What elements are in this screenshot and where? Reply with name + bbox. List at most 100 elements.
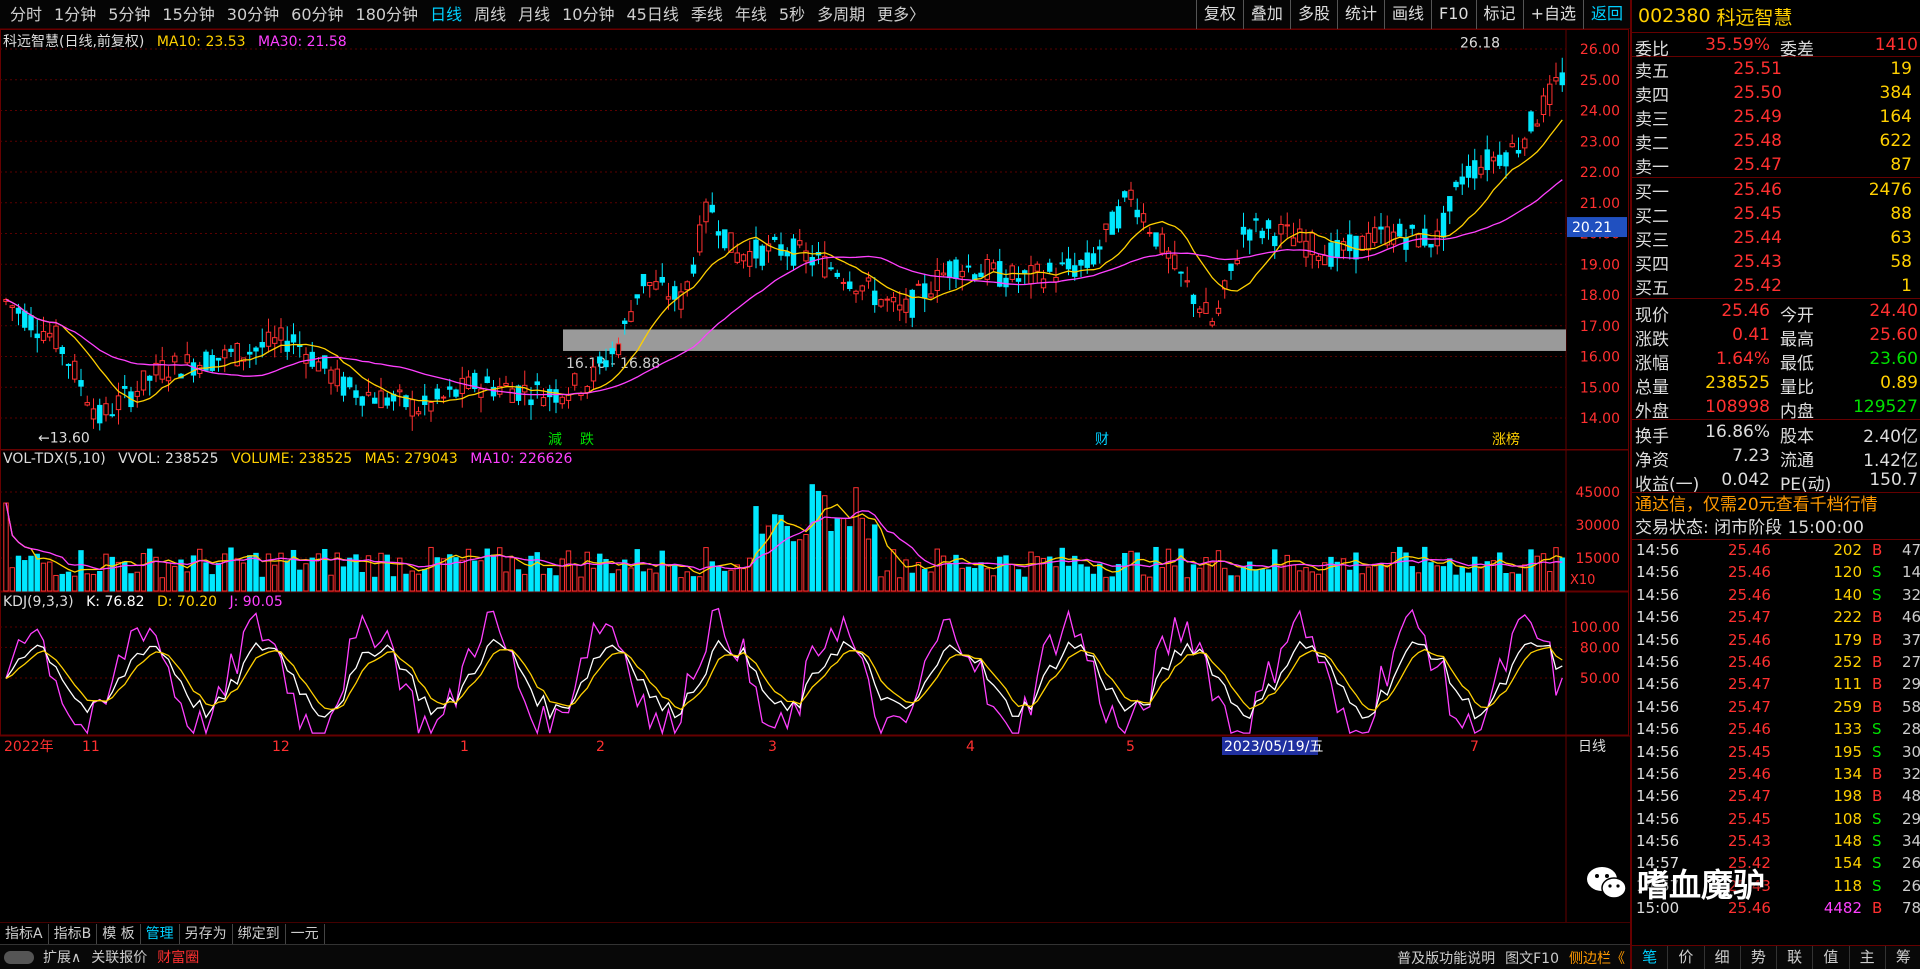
- candle-body: [828, 267, 834, 270]
- asks-row-0[interactable]: 卖五 25.51 19: [1632, 57, 1920, 82]
- period-tab-16[interactable]: 更多〉: [871, 0, 931, 29]
- period-tab-9[interactable]: 月线: [512, 0, 556, 29]
- period-tab-0[interactable]: 分时: [4, 0, 48, 29]
- sidebar-tab-5[interactable]: 值: [1813, 946, 1850, 969]
- stock-chart-area[interactable]: 26.0025.0024.0023.0022.0021.0020.0019.00…: [0, 29, 1630, 922]
- support-zone-label: 16.18 - 16.88: [566, 356, 660, 372]
- candle-body: [1228, 263, 1234, 271]
- tool-button-6[interactable]: 标记: [1475, 0, 1523, 29]
- period-tab-14[interactable]: 5秒: [773, 0, 811, 29]
- upgrade-ad[interactable]: 通达信，仅需20元查看千档行情: [1632, 492, 1920, 516]
- candle-body: [172, 355, 178, 363]
- period-tab-1[interactable]: 1分钟: [48, 0, 102, 29]
- tool-button-3[interactable]: 统计: [1336, 0, 1384, 29]
- tool-button-7[interactable]: +自选: [1522, 0, 1583, 29]
- bids-row-0[interactable]: 买一 25.46 2476: [1632, 178, 1920, 203]
- indicator-tab-2[interactable]: 模 板: [97, 923, 141, 944]
- volume-bar: [422, 568, 428, 592]
- kdj-tick-label: 100.00: [1571, 620, 1620, 636]
- asks-row-3[interactable]: 卖二 25.48 622: [1632, 129, 1920, 154]
- period-tab-10[interactable]: 10分钟: [556, 0, 620, 29]
- sidebar-tab-6[interactable]: 主: [1850, 946, 1886, 969]
- sidebar-tab-2[interactable]: 细: [1705, 946, 1741, 969]
- period-tab-6[interactable]: 180分钟: [350, 0, 425, 29]
- period-tab-8[interactable]: 周线: [468, 0, 512, 29]
- indicator-tab-4[interactable]: 另存为: [180, 923, 233, 944]
- volume-bar: [878, 576, 884, 592]
- toggle-switch[interactable]: [0, 949, 38, 965]
- indicator-tab-0[interactable]: 指标A: [0, 923, 49, 944]
- event-marker-3[interactable]: 涨榜: [1492, 431, 1520, 448]
- asks-price: 25.48: [1733, 131, 1782, 151]
- period-tab-5[interactable]: 60分钟: [285, 0, 349, 29]
- main-panel-frame: [0, 29, 1629, 450]
- tool-button-5[interactable]: F10: [1430, 0, 1476, 29]
- tool-button-1[interactable]: 叠加: [1242, 0, 1290, 29]
- period-tab-15[interactable]: 多周期: [811, 0, 871, 29]
- volume-bar: [1515, 573, 1522, 592]
- status-right-item-2[interactable]: 侧边栏《: [1564, 948, 1630, 968]
- bids-price: 25.46: [1733, 180, 1782, 200]
- volume-bar: [159, 577, 165, 592]
- asks-row-2[interactable]: 卖三 25.49 164: [1632, 105, 1920, 130]
- weicha-value: 1410: [1874, 35, 1918, 55]
- candle-body: [672, 286, 678, 300]
- indicator-tab-5[interactable]: 绑定到: [233, 923, 286, 944]
- candle-body: [447, 386, 453, 390]
- tool-button-8[interactable]: 返回: [1582, 0, 1630, 29]
- status-left-item-0[interactable]: 扩展∧: [38, 947, 86, 967]
- candle-body: [1315, 255, 1322, 261]
- period-tab-12[interactable]: 季线: [685, 0, 729, 29]
- status-right-item-0[interactable]: 普及版功能说明: [1392, 948, 1500, 968]
- candle-body: [1115, 206, 1122, 229]
- stats2-label-b: PE(动): [1780, 475, 1832, 495]
- bids-row-3[interactable]: 买四 25.43 58: [1632, 250, 1920, 275]
- period-tab-11[interactable]: 45日线: [620, 0, 684, 29]
- volume-bar: [590, 567, 597, 592]
- period-tab-3[interactable]: 15分钟: [156, 0, 220, 29]
- volume-bar: [678, 577, 684, 592]
- sidebar-tab-1[interactable]: 价: [1668, 946, 1705, 969]
- candle-body: [559, 396, 565, 405]
- asks-row-1[interactable]: 卖四 25.50 384: [1632, 81, 1920, 106]
- volume-bar: [347, 557, 353, 592]
- asks-row-4[interactable]: 卖一 25.47 87: [1632, 153, 1920, 178]
- tick-side: B: [1872, 630, 1883, 649]
- sidebar-tab-3[interactable]: 势: [1741, 946, 1777, 969]
- sidebar-tab-4[interactable]: 联: [1777, 946, 1814, 969]
- candle-body: [534, 381, 540, 386]
- period-tab-4[interactable]: 30分钟: [221, 0, 285, 29]
- tool-button-2[interactable]: 多股: [1289, 0, 1337, 29]
- indicator-tab-6[interactable]: 一元: [286, 923, 325, 944]
- event-marker-2[interactable]: 财: [1095, 432, 1109, 448]
- period-tab-13[interactable]: 年线: [729, 0, 773, 29]
- bids-row-2[interactable]: 买三 25.44 63: [1632, 226, 1920, 251]
- volume-bar: [928, 571, 934, 592]
- volume-bar: [1309, 571, 1315, 592]
- status-left-item-1[interactable]: 关联报价: [86, 947, 152, 967]
- status-right-item-1[interactable]: 图文F10: [1500, 948, 1564, 968]
- tick-price: 25.46: [1728, 720, 1771, 739]
- bids-row-4[interactable]: 买五 25.42 1: [1632, 274, 1920, 299]
- candle-body: [1053, 276, 1059, 283]
- stats1-value-a: 108998: [1705, 397, 1770, 417]
- tick-volume: 111: [1833, 675, 1862, 694]
- status-left-item-2[interactable]: 财富圈: [152, 947, 204, 967]
- candle-body: [59, 347, 65, 355]
- tool-button-4[interactable]: 画线: [1383, 0, 1431, 29]
- event-marker-1[interactable]: 跌: [580, 432, 594, 448]
- tool-button-0[interactable]: 复权: [1195, 0, 1243, 29]
- volume-bar: [1447, 558, 1453, 592]
- tick-time: 14:56: [1636, 720, 1680, 739]
- event-marker-0[interactable]: 減: [548, 431, 562, 448]
- sidebar-tab-7[interactable]: 筹: [1886, 946, 1920, 969]
- tick-price: 25.46: [1728, 563, 1771, 582]
- sidebar-tab-0[interactable]: 笔: [1632, 946, 1669, 969]
- period-tab-2[interactable]: 5分钟: [102, 0, 156, 29]
- tick-row: 14:56 25.46 252 B 27: [1632, 652, 1920, 674]
- indicator-tab-1[interactable]: 指标B: [49, 923, 98, 944]
- period-tab-7[interactable]: 日线: [424, 0, 468, 29]
- bids-row-1[interactable]: 买二 25.45 88: [1632, 202, 1920, 227]
- indicator-tab-3[interactable]: 管理: [141, 923, 180, 944]
- stats1-value-a: 25.46: [1721, 301, 1770, 321]
